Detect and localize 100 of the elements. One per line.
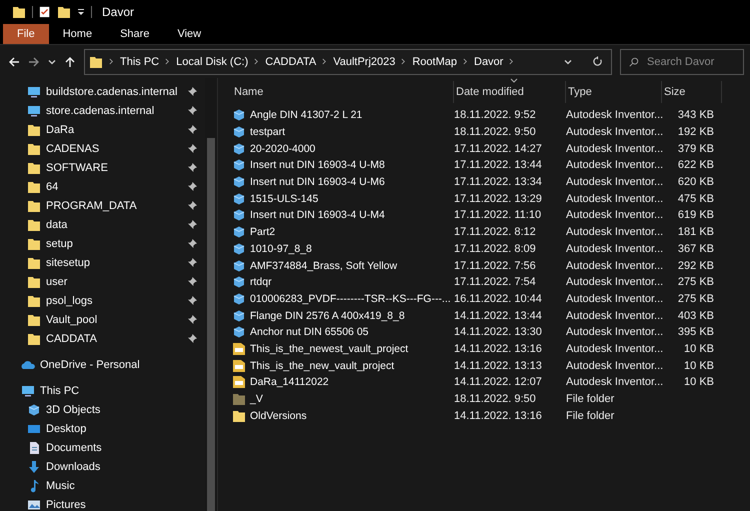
sidebar-item[interactable]: CADDATA [0,329,205,348]
pin-icon[interactable] [188,201,197,210]
chevron-right-icon[interactable] [165,58,170,65]
sidebar-item[interactable]: DaRa [0,120,205,139]
sidebar-item[interactable]: buildstore.cadenas.internal [0,82,205,101]
breadcrumb-item[interactable]: This PC [120,56,160,68]
date-cell-text: 14.11.2022. 13:16 [454,410,543,422]
file-row[interactable]: rtdqr 17.11.2022. 7:54 Autodesk Inventor... 275 KB [232,274,750,291]
file-row[interactable]: Insert nut DIN 16903-4 U-M4 17.11.2022. 11:10 Autodesk Inventor... 619 KB [232,207,750,224]
file-row[interactable]: This_is_the_new_vault_project 14.11.2022. 13:13 Autodesk Inventor... 10 KB [232,357,750,374]
pin-icon[interactable] [188,125,197,134]
sidebar-item[interactable]: OneDrive - Personal [0,355,205,374]
breadcrumb-item[interactable]: Local Disk (C:) [176,56,248,68]
file-row[interactable]: Angle DIN 41307-2 L 21 18.11.2022. 9:52 Autodesk Inventor... 343 KB [232,107,750,124]
file-row[interactable]: DaRa_14112022 14.11.2022. 12:07 Autodesk Inventor... 10 KB [232,374,750,391]
file-row[interactable]: Insert nut DIN 16903-4 U-M8 17.11.2022. 13:44 Autodesk Inventor... 622 KB [232,157,750,174]
type-cell: Autodesk Inventor... [566,310,662,322]
document-icon [27,440,41,454]
file-row[interactable]: 010006283_PVDF--------TSR--KS---FG---... 16.11.2022. 10:44 Autodesk Inventor... 275 KB [232,290,750,308]
chevron-down-icon[interactable] [48,58,56,66]
file-row[interactable]: AMF374884_Brass, Soft Yellow 17.11.2022. 7:56 Autodesk Inventor... 292 KB [232,257,750,274]
pin-icon[interactable] [188,87,197,96]
forward-icon[interactable] [28,56,40,68]
breadcrumb-item[interactable]: Davor [474,56,504,68]
size-cell-text: 620 KB [676,176,715,188]
file-row[interactable]: OldVersions 14.11.2022. 13:16 File folder [232,407,750,424]
properties-icon[interactable] [39,5,51,19]
column-header[interactable]: Type [566,81,662,103]
sidebar-item[interactable]: PROGRAM_DATA [0,196,205,215]
sidebar-item[interactable]: This PC [0,381,205,400]
chevron-right-icon[interactable] [401,58,406,65]
file-name: 010006283_PVDF--------TSR--KS---FG---... [250,292,451,305]
up-icon[interactable] [64,56,76,68]
file-row[interactable]: Part2 17.11.2022. 8:12 Autodesk Inventor... 181 KB [232,224,750,240]
chevron-down-icon[interactable] [564,58,572,66]
pin-icon[interactable] [188,220,197,229]
type-cell: Autodesk Inventor... [566,360,662,372]
sidebar-item[interactable]: psol_logs [0,291,205,310]
type-cell: Autodesk Inventor... [566,192,662,205]
file-row[interactable]: Anchor nut DIN 65506 05 14.11.2022. 13:30 Autodesk Inventor... 395 KB [232,324,750,341]
chevron-right-icon[interactable] [322,58,328,65]
chevron-right-icon[interactable] [109,58,114,65]
file-row[interactable]: 1010-97_8_8 17.11.2022. 8:09 Autodesk Inventor... 367 KB [232,240,750,258]
date-cell-text: 18.11.2022. 9:50 [454,393,537,406]
ribbon-tab[interactable]: View [163,24,216,44]
sidebar-item[interactable]: user [0,272,205,291]
back-icon[interactable] [8,56,20,68]
pin-icon[interactable] [188,106,197,115]
type-cell: Autodesk Inventor... [566,292,662,305]
refresh-icon[interactable] [592,56,603,67]
address-bar[interactable]: This PC Local Disk (C:) CADDATA VaultPrj2023 RootMap Davor [84,48,612,74]
project-file-icon [232,342,246,356]
sidebar-item[interactable]: Documents [0,438,205,457]
ribbon-tab[interactable]: Share [106,24,164,44]
pin-icon[interactable] [188,296,197,305]
chevron-right-icon[interactable] [509,58,514,65]
picture-icon [27,498,41,511]
file-row[interactable]: Insert nut DIN 16903-4 U-M6 17.11.2022. 13:34 Autodesk Inventor... 620 KB [232,174,750,190]
sidebar-item[interactable]: Downloads [0,457,205,476]
pin-icon[interactable] [188,277,197,286]
column-header[interactable]: Size [662,81,722,103]
pin-icon[interactable] [188,334,197,343]
sidebar-item[interactable]: Music [0,476,205,495]
file-row[interactable]: This_is_the_newest_vault_project 14.11.2022. 13:16 Autodesk Inventor... 10 KB [232,340,750,358]
search-field[interactable]: Search Davor [620,48,744,74]
pin-icon[interactable] [188,239,197,248]
breadcrumb-item[interactable]: CADDATA [265,56,316,68]
pin-icon[interactable] [188,315,197,324]
sidebar-item[interactable]: CADENAS [0,139,205,158]
file-name: DaRa_14112022 [250,376,329,388]
breadcrumb-item[interactable]: VaultPrj2023 [333,56,396,68]
file-row[interactable]: _V 18.11.2022. 9:50 File folder [232,390,750,408]
file-row[interactable]: 1515-ULS-145 17.11.2022. 13:29 Autodesk Inventor... 475 KB [232,190,750,208]
chevron-right-icon[interactable] [463,58,468,65]
file-name: rtdqr [250,276,272,288]
pin-icon[interactable] [188,182,197,191]
type-cell: Autodesk Inventor... [566,209,662,222]
file-row[interactable]: testpart 18.11.2022. 9:50 Autodesk Inventor... 192 KB [232,124,750,140]
pin-icon[interactable] [188,163,197,172]
sidebar-item[interactable]: Vault_pool [0,310,205,329]
sidebar-item[interactable]: setup [0,234,205,253]
breadcrumb-item[interactable]: RootMap [412,56,457,68]
sidebar-item[interactable]: 3D Objects [0,400,205,419]
dropdown-icon[interactable] [77,8,85,16]
column-header[interactable]: Name [232,81,454,103]
pin-icon[interactable] [188,258,197,267]
file-row[interactable]: Flange DIN 2576 A 400x419_8_8 14.11.2022. 13:44 Autodesk Inventor... 403 KB [232,307,750,324]
sidebar-item[interactable]: sitesetup [0,253,205,272]
file-row[interactable]: 20-2020-4000 17.11.2022. 14:27 Autodesk Inventor... 379 KB [232,140,750,158]
ribbon-tab[interactable]: File [3,24,49,44]
ribbon-tab[interactable]: Home [48,24,106,44]
sidebar-item[interactable]: Pictures [0,495,205,511]
column-header[interactable]: Date modified [454,81,566,103]
sidebar-item[interactable]: 64 [0,177,205,196]
sidebar-item[interactable]: SOFTWARE [0,158,205,177]
chevron-right-icon[interactable] [254,58,260,65]
pin-icon[interactable] [188,144,197,153]
sidebar-item[interactable]: data [0,215,205,234]
sidebar-item[interactable]: Desktop [0,419,205,438]
sidebar-item[interactable]: store.cadenas.internal [0,101,205,120]
